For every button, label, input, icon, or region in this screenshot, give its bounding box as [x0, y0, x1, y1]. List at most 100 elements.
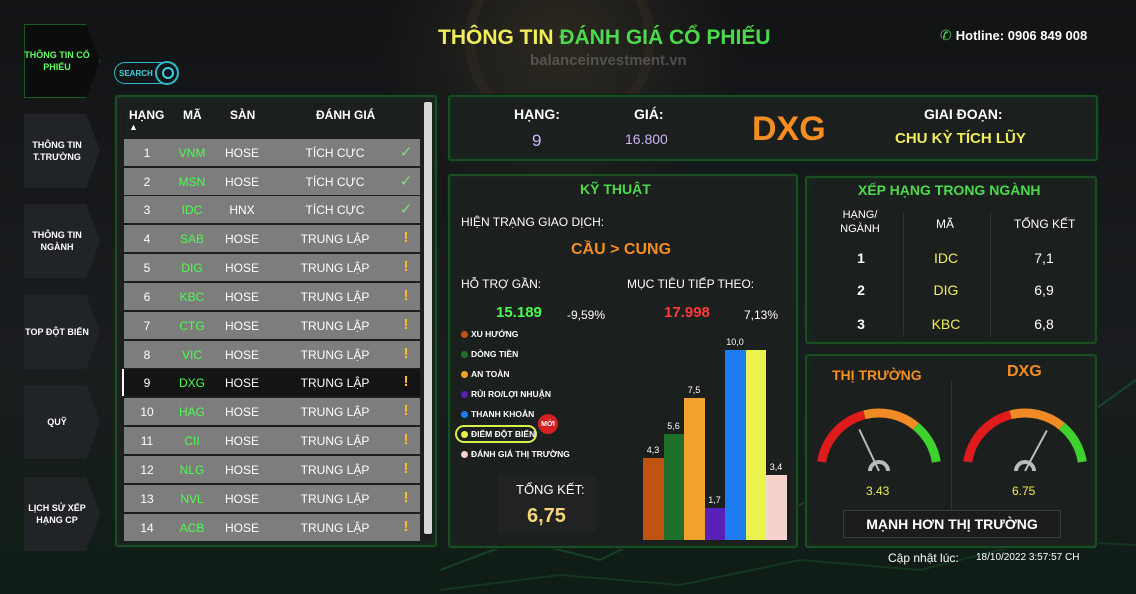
- exchange-cell: HOSE: [224, 261, 259, 275]
- phase-value: CHU KỲ TÍCH LŨY: [895, 130, 1026, 147]
- rank-cell: 9: [143, 376, 151, 390]
- price-label: GIÁ:: [634, 106, 664, 122]
- table-row[interactable]: 2 MSN HOSE TÍCH CỰC ✓: [124, 168, 420, 195]
- verdict-text: MẠNH HƠN THỊ TRƯỜNG: [866, 516, 1038, 532]
- hotline: ✆ Hotline: 0906 849 008: [940, 27, 1087, 44]
- gauge-needle: [1024, 430, 1048, 472]
- support-label: HỖ TRỢ GẦN:: [461, 277, 542, 291]
- market-gauge-value: 3.43: [866, 484, 890, 498]
- legend-dot: [461, 450, 468, 458]
- gauge-arc: [963, 410, 1012, 463]
- search-label: SEARCH: [119, 68, 153, 78]
- exchange-cell: HOSE: [224, 492, 259, 506]
- table-row[interactable]: 7 CTG HOSE TRUNG LẬP!: [124, 312, 420, 339]
- code-cell: VNM: [178, 146, 206, 160]
- table-scrollbar[interactable]: [424, 102, 432, 534]
- nav-top-dot-bien[interactable]: TOP ĐỘT BIẾN: [24, 295, 100, 369]
- rating-cell: TÍCH CỰC: [305, 203, 365, 217]
- ranking-header-score: TỔNG KẾT: [1014, 217, 1076, 231]
- nav-thong-tin-co-phieu[interactable]: THÔNG TIN CỔ PHIẾU: [24, 24, 100, 98]
- table-row[interactable]: 3 IDC HNX TÍCH CỰC ✓: [124, 196, 420, 223]
- legend-dot: [461, 370, 468, 378]
- code-cell: SAB: [179, 232, 204, 246]
- col-header-exchange[interactable]: SÀN: [230, 108, 255, 122]
- legend-dot: [461, 430, 468, 438]
- rating-cell: TRUNG LẬP: [300, 492, 370, 506]
- bar-value-label: 1,7: [708, 494, 721, 505]
- code-cell: NVL: [180, 492, 204, 506]
- rank-cell: 12: [140, 463, 154, 477]
- table-row[interactable]: 12 NLG HOSE TRUNG LẬP!: [124, 456, 420, 483]
- code-cell: VIC: [181, 348, 202, 362]
- updated-label: Cập nhật lúc:: [888, 551, 959, 565]
- exclamation-icon: !: [403, 287, 409, 304]
- ranking-code: KBC: [931, 316, 961, 332]
- market-gauge: [817, 408, 941, 472]
- chart-bar: [766, 475, 787, 540]
- legend-item[interactable]: THANH KHOẢN: [461, 409, 534, 419]
- page-title: THÔNG TIN ĐÁNH GIÁ CỔ PHIẾU: [438, 26, 771, 50]
- table-row[interactable]: 5 DIG HOSE TRUNG LẬP!: [124, 254, 420, 281]
- legend-item[interactable]: RỦI RO/LỢI NHUẬN: [461, 389, 551, 399]
- table-row[interactable]: 10 HAG HOSE TRUNG LẬP!: [124, 398, 420, 425]
- legend-label: ĐIỂM ĐỘT BIẾN: [471, 429, 536, 439]
- legend-label: RỦI RO/LỢI NHUẬN: [471, 389, 551, 399]
- legend-item[interactable]: ĐÁNH GIÁ THỊ TRƯỜNG: [461, 449, 570, 459]
- legend-dot: [461, 390, 468, 398]
- chart-bar: [663, 433, 684, 540]
- nav-lich-su-xep-hang[interactable]: LỊCH SỬ XẾP HẠNG CP: [24, 477, 100, 551]
- rating-cell: TRUNG LẬP: [300, 319, 370, 333]
- target-pct: 7,13%: [744, 308, 779, 322]
- rating-cell: TRUNG LẬP: [300, 434, 370, 448]
- nav-thong-tin-thi-truong[interactable]: THÔNG TIN T.TRƯỜNG: [24, 114, 100, 188]
- watermark: balanceinvestment.vn: [530, 52, 687, 69]
- exclamation-icon: !: [403, 373, 409, 390]
- rank-cell: 11: [140, 434, 154, 448]
- rating-cell: TRUNG LẬP: [300, 405, 370, 419]
- legend-item[interactable]: DÒNG TIỀN: [461, 349, 518, 359]
- nav-quy[interactable]: QUỸ: [24, 385, 100, 459]
- bar-value-label: 4,3: [646, 445, 660, 456]
- legend-item[interactable]: AN TOÀN: [461, 369, 510, 379]
- exclamation-icon: !: [403, 316, 409, 333]
- legend-item[interactable]: ĐIỂM ĐỘT BIẾN: [461, 429, 535, 439]
- table-row[interactable]: 13 NVL HOSE TRUNG LẬP!: [124, 485, 420, 512]
- legend-item[interactable]: XU HƯỚNG: [461, 329, 518, 339]
- exclamation-icon: !: [403, 460, 409, 477]
- table-row[interactable]: 1 VNM HOSE TÍCH CỰC ✓: [124, 139, 420, 166]
- total-label: TỔNG KẾT:: [516, 482, 585, 497]
- code-cell: CTG: [179, 319, 205, 333]
- search-button[interactable]: SEARCH: [114, 61, 179, 85]
- table-row[interactable]: 8 VIC HOSE TRUNG LẬP!: [124, 341, 420, 368]
- rating-cell: TÍCH CỰC: [305, 146, 365, 160]
- code-cell: MSN: [178, 175, 206, 189]
- table-row[interactable]: 14 ACB HOSE TRUNG LẬP!: [124, 514, 420, 541]
- nav-thong-tin-nganh[interactable]: THÔNG TIN NGÀNH: [24, 204, 100, 278]
- table-row[interactable]: 4 SAB HOSE TRUNG LẬP!: [124, 225, 420, 252]
- rank-cell: 3: [143, 203, 151, 217]
- table-row[interactable]: 6 KBC HOSE TRUNG LẬP!: [124, 283, 420, 310]
- support-value: 15.189: [496, 304, 542, 321]
- bar-value-label: 10,0: [726, 337, 744, 347]
- exchange-cell: HOSE: [224, 376, 259, 390]
- chart-bar: [725, 350, 746, 540]
- rating-cell: TRUNG LẬP: [300, 463, 370, 477]
- col-header-rank[interactable]: ▲ HẠNG: [129, 108, 164, 132]
- page-title-part2: ĐÁNH GIÁ CỔ PHIẾU: [559, 26, 771, 49]
- gauge-arc: [863, 408, 919, 430]
- code-cell: DXG: [178, 376, 205, 390]
- code-cell: IDC: [181, 203, 203, 217]
- nav-label: THÔNG TIN T.TRƯỜNG: [32, 140, 82, 162]
- price-value: 16.800: [625, 131, 668, 147]
- col-header-code[interactable]: MÃ: [183, 108, 202, 122]
- gauge-arc: [912, 422, 941, 463]
- table-row[interactable]: 11 CII HOSE TRUNG LẬP!: [124, 427, 420, 454]
- ranking-score: 6,9: [1034, 282, 1054, 298]
- table-row[interactable]: 9 DXG HOSE TRUNG LẬP!: [122, 369, 420, 396]
- rating-cell: TRUNG LẬP: [300, 521, 370, 535]
- nav-label: TOP ĐỘT BIẾN: [25, 327, 89, 337]
- phone-icon: ✆: [940, 27, 952, 43]
- trade-status-value: CẦU > CUNG: [571, 241, 672, 258]
- ranking-score: 6,8: [1034, 316, 1054, 332]
- col-header-rating[interactable]: ĐÁNH GIÁ: [316, 108, 375, 122]
